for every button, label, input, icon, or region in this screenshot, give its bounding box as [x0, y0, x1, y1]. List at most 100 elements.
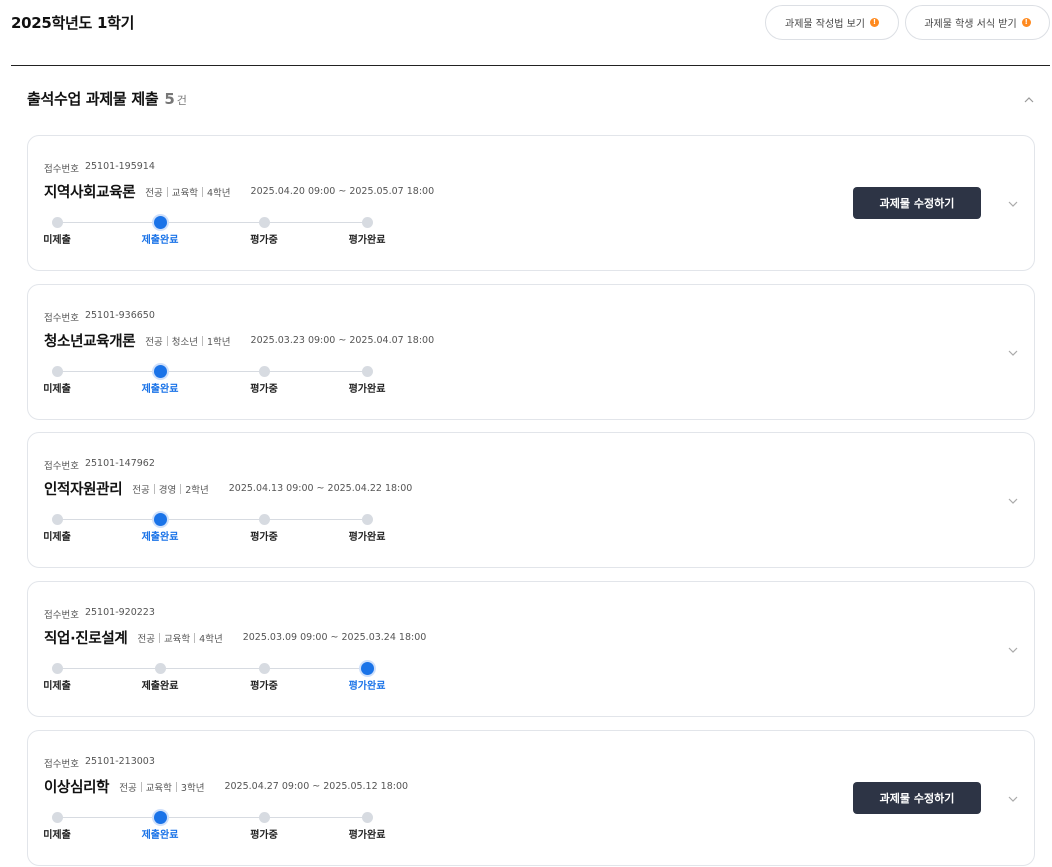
course-meta: 전공 교육학 4학년 [137, 631, 223, 645]
chevron-up-icon[interactable] [1022, 94, 1036, 106]
assignment-card[interactable]: 접수번호 25101-213003 이상심리학 전공 교육학 3학년 2025.04.27 … [27, 730, 1035, 866]
receipt-number: 25101-147962 [84, 458, 155, 469]
progress-step-dot [361, 217, 373, 228]
progress-step-label: 제출완료 [141, 384, 179, 395]
receipt-info: 접수번호 25101-936650 [44, 310, 155, 324]
header-divider [11, 65, 1050, 66]
section-title: 출석수업 과제물 제출 [27, 90, 159, 108]
progress-step-label: 미제출 [43, 681, 71, 692]
progress-step-label: 미제출 [43, 235, 71, 246]
progress-step-label: 평가중 [250, 681, 278, 692]
progress-track [57, 817, 368, 818]
submission-period: 2025.03.09 09:00 ~ 2025.03.24 18:00 [242, 632, 427, 643]
course-name: 지역사회교육론 [44, 185, 136, 201]
edit-assignment-button[interactable]: 과제물 수정하기 [853, 782, 981, 814]
receipt-info: 접수번호 25101-147962 [44, 458, 155, 472]
progress-track [57, 519, 368, 520]
progress-track [57, 222, 368, 223]
course-type: 전공 [145, 187, 163, 199]
student-template-button[interactable]: 과제물 학생 서식 받기 ! [905, 5, 1050, 40]
submission-period: 2025.04.27 09:00 ~ 2025.05.12 18:00 [224, 781, 409, 792]
progress-step-label: 제출완료 [141, 830, 179, 841]
chevron-down-icon[interactable] [1006, 199, 1020, 209]
meta-divider [194, 632, 196, 643]
progress-step-dot [51, 663, 63, 674]
section-header: 출석수업 과제물 제출 5 건 [27, 88, 187, 109]
progress-step-dot [153, 513, 167, 526]
progress-step-dot [361, 366, 373, 377]
receipt-label: 접수번호 [44, 759, 79, 770]
progress-step-label: 평가완료 [348, 532, 386, 543]
progress-step-label: 제출완료 [141, 681, 179, 692]
progress-step-dot [51, 366, 63, 377]
course-row: 이상심리학 전공 교육학 3학년 2025.04.27 09:00 ~ 2025.05.… [44, 776, 408, 797]
progress-step-dot [154, 663, 166, 674]
submission-period: 2025.04.13 09:00 ~ 2025.04.22 18:00 [228, 483, 413, 494]
chevron-down-icon[interactable] [1006, 794, 1020, 804]
progress-step-label: 평가중 [250, 384, 278, 395]
progress-step-dot [153, 365, 167, 378]
progress-track [57, 668, 368, 669]
course-dept: 청소년 [171, 336, 198, 348]
assignment-card[interactable]: 접수번호 25101-195914 지역사회교육론 전공 교육학 4학년 2025.04.2… [27, 135, 1035, 271]
meta-divider [153, 483, 155, 494]
progress-step-label: 평가중 [250, 235, 278, 246]
course-name: 이상심리학 [44, 780, 110, 796]
chevron-down-icon[interactable] [1006, 496, 1020, 506]
receipt-label: 접수번호 [44, 461, 79, 472]
writing-guide-label: 과제물 작성법 보기 [785, 19, 865, 30]
progress-step-dot [153, 216, 167, 229]
assignment-card[interactable]: 접수번호 25101-920223 직업·진로설계 전공 교육학 4학년 2025.03.0… [27, 581, 1035, 717]
course-dept: 교육학 [145, 782, 172, 794]
meta-divider [180, 483, 182, 494]
chevron-down-icon[interactable] [1006, 348, 1020, 358]
progress-step-dot [361, 812, 373, 823]
progress-step-label: 평가중 [250, 532, 278, 543]
course-name: 청소년교육개론 [44, 334, 136, 350]
course-row: 지역사회교육론 전공 교육학 4학년 2025.04.20 09:00 ~ 2025.0… [44, 181, 434, 202]
meta-divider [202, 186, 203, 197]
progress-step-dot [51, 812, 63, 823]
course-grade: 4학년 [199, 633, 223, 645]
meta-divider [175, 781, 177, 792]
meta-divider [202, 335, 203, 346]
progress-step-label: 미제출 [43, 532, 71, 543]
progress-step-dot [258, 514, 270, 525]
course-row: 직업·진로설계 전공 교육학 4학년 2025.03.09 09:00 ~ 2025.0… [44, 627, 426, 648]
course-meta: 전공 교육학 3학년 [119, 780, 204, 794]
course-meta: 전공 청소년 1학년 [145, 334, 231, 348]
meta-divider [166, 335, 168, 346]
edit-assignment-button[interactable]: 과제물 수정하기 [853, 187, 981, 219]
submission-period: 2025.03.23 09:00 ~ 2025.04.07 18:00 [250, 335, 435, 346]
receipt-number: 25101-920223 [84, 607, 155, 618]
writing-guide-button[interactable]: 과제물 작성법 보기 ! [765, 5, 899, 40]
meta-divider [158, 632, 160, 643]
meta-divider [140, 781, 142, 792]
meta-divider [166, 186, 168, 197]
progress-step-label: 미제출 [43, 830, 71, 841]
progress-step-label: 미제출 [43, 384, 71, 395]
assignment-card[interactable]: 접수번호 25101-936650 청소년교육개론 전공 청소년 1학년 2025.03.2… [27, 284, 1035, 420]
progress-step-dot [361, 514, 373, 525]
progress-step-dot [258, 366, 270, 377]
progress-track [57, 371, 368, 372]
assignment-card[interactable]: 접수번호 25101-147962 인적자원관리 전공 경영 2학년 2025.04.13 … [27, 432, 1035, 568]
progress-step-label: 제출완료 [141, 235, 179, 246]
course-type: 전공 [145, 336, 163, 348]
progress-step-dot [51, 217, 63, 228]
progress-step-dot [51, 514, 63, 525]
receipt-label: 접수번호 [44, 610, 79, 621]
section-count-unit: 건 [176, 94, 187, 107]
progress-step-label: 제출완료 [141, 532, 179, 543]
course-grade: 3학년 [180, 782, 205, 794]
progress-step-label: 평가완료 [348, 830, 386, 841]
chevron-down-icon[interactable] [1006, 645, 1020, 655]
course-grade: 2학년 [185, 484, 209, 496]
warning-icon: ! [869, 18, 879, 27]
receipt-label: 접수번호 [44, 313, 79, 324]
course-type: 전공 [137, 633, 155, 645]
page-title: 2025학년도 1학기 [11, 14, 135, 32]
course-meta: 전공 경영 2학년 [132, 482, 209, 496]
receipt-number: 25101-936650 [84, 310, 155, 321]
course-row: 인적자원관리 전공 경영 2학년 2025.04.13 09:00 ~ 2025.04.… [44, 478, 412, 499]
